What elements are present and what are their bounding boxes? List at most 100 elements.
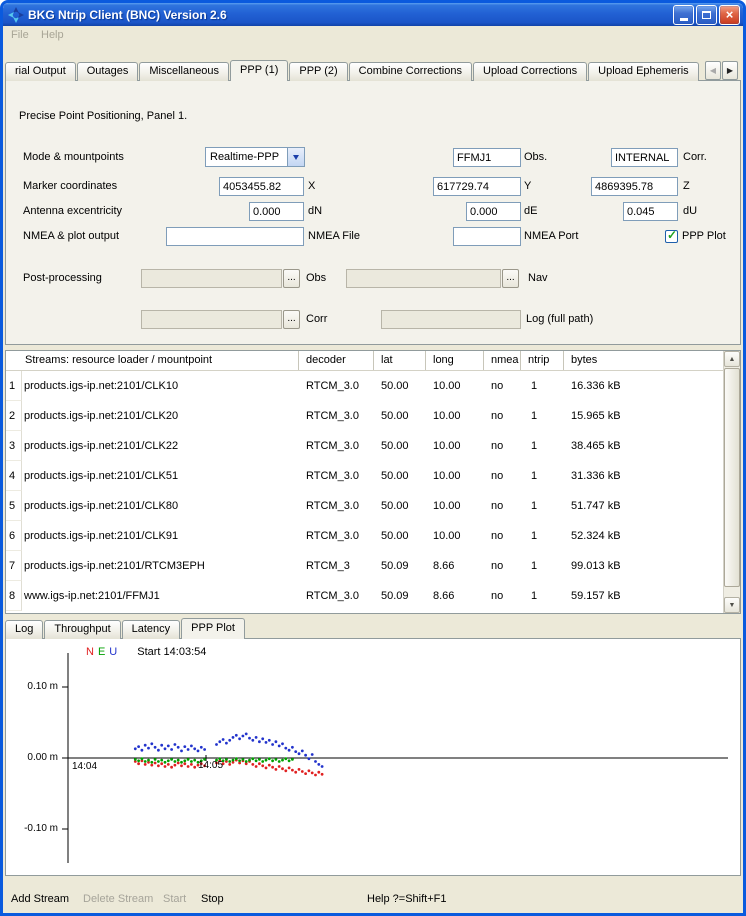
ppp-plot-checkbox[interactable]	[665, 230, 678, 243]
stream-ntrip: 1	[521, 431, 564, 461]
stream-row[interactable]: 6 products.igs-ip.net:2101/CLK91 RTCM_3.…	[6, 521, 740, 551]
tab-throughput[interactable]: Throughput	[44, 620, 120, 639]
stream-source: products.igs-ip.net:2101/CLK91	[22, 521, 299, 551]
tab-scroll-right-button[interactable]: ▶	[722, 61, 738, 80]
marker-coordinates-label: Marker coordinates	[23, 177, 117, 196]
marker-x-input[interactable]	[219, 177, 304, 196]
header-streams: Streams: resource loader / mountpoint	[6, 351, 299, 370]
add-stream-button[interactable]: Add Stream	[11, 893, 69, 905]
row-number: 3	[6, 431, 22, 461]
row-number: 2	[6, 401, 22, 431]
tab-outages[interactable]: Outages	[77, 62, 139, 81]
stream-decoder: RTCM_3.0	[299, 491, 374, 521]
tab-miscellaneous[interactable]: Miscellaneous	[139, 62, 229, 81]
tab-combine-corrections[interactable]: Combine Corrections	[349, 62, 472, 81]
tab-log[interactable]: Log	[5, 620, 43, 639]
scrollbar-thumb[interactable]	[724, 368, 740, 587]
stream-row[interactable]: 7 products.igs-ip.net:2101/RTCM3EPH RTCM…	[6, 551, 740, 581]
marker-z-input[interactable]	[591, 177, 678, 196]
stream-ntrip: 1	[521, 551, 564, 581]
tab-scroll-left-button[interactable]: ◀	[705, 61, 721, 80]
menu-file[interactable]: File	[7, 29, 33, 41]
post-nav-browse-button[interactable]: ...	[502, 269, 519, 288]
combo-dropdown-button[interactable]	[287, 148, 304, 166]
mode-mountpoints-label: Mode & mountpoints	[23, 148, 124, 167]
header-decoder: decoder	[299, 351, 374, 370]
maximize-button[interactable]	[696, 5, 717, 25]
stream-source: products.igs-ip.net:2101/CLK80	[22, 491, 299, 521]
stream-source: www.igs-ip.net:2101/FFMJ1	[22, 581, 299, 611]
antenna-dn-input[interactable]	[249, 202, 304, 221]
stream-ntrip: 1	[521, 581, 564, 611]
tab-upload-ephemeris[interactable]: Upload Ephemeris	[588, 62, 699, 81]
tab-serial-output[interactable]: rial Output	[5, 62, 76, 81]
stream-decoder: RTCM_3.0	[299, 461, 374, 491]
stream-nmea: no	[484, 551, 521, 581]
stream-source: products.igs-ip.net:2101/RTCM3EPH	[22, 551, 299, 581]
post-log-label: Log (full path)	[526, 310, 593, 329]
start-button[interactable]: Start	[163, 893, 186, 905]
nmea-file-input[interactable]	[166, 227, 304, 246]
tab-ppp-1[interactable]: PPP (1)	[230, 60, 288, 81]
scroll-down-button[interactable]: ▼	[724, 597, 740, 613]
stream-bytes: 51.747 kB	[564, 491, 740, 521]
stream-row[interactable]: 1 products.igs-ip.net:2101/CLK10 RTCM_3.…	[6, 371, 740, 401]
nmea-plot-output-label: NMEA & plot output	[23, 227, 119, 246]
stream-long: 10.00	[426, 491, 484, 521]
antenna-de-input[interactable]	[466, 202, 521, 221]
ppp-plot-canvas	[6, 639, 740, 875]
stream-ntrip: 1	[521, 491, 564, 521]
post-obs-browse-button[interactable]: ...	[283, 269, 300, 288]
post-corr-input[interactable]	[141, 310, 282, 329]
stream-row[interactable]: 5 products.igs-ip.net:2101/CLK80 RTCM_3.…	[6, 491, 740, 521]
delete-stream-button[interactable]: Delete Stream	[83, 893, 153, 905]
menu-help[interactable]: Help	[37, 29, 68, 41]
table-scrollbar[interactable]: ▲ ▼	[723, 351, 740, 613]
plot-legend: N E U Start 14:03:54	[86, 646, 206, 658]
obs-mountpoint-input[interactable]	[453, 148, 521, 167]
antenna-du-input[interactable]	[623, 202, 678, 221]
stream-source: products.igs-ip.net:2101/CLK51	[22, 461, 299, 491]
stream-lat: 50.00	[374, 461, 426, 491]
post-log-input[interactable]	[381, 310, 521, 329]
title-bar[interactable]: BKG Ntrip Client (BNC) Version 2.6 ×	[3, 3, 743, 26]
tab-ppp-plot[interactable]: PPP Plot	[181, 618, 245, 639]
tab-ppp-2[interactable]: PPP (2)	[289, 62, 347, 81]
corr-mountpoint-input[interactable]	[611, 148, 678, 167]
stream-decoder: RTCM_3.0	[299, 431, 374, 461]
tab-upload-corrections[interactable]: Upload Corrections	[473, 62, 587, 81]
header-ntrip: ntrip	[521, 351, 564, 370]
post-nav-input[interactable]	[346, 269, 501, 288]
nmea-file-label: NMEA File	[308, 227, 360, 246]
stream-nmea: no	[484, 491, 521, 521]
stream-nmea: no	[484, 431, 521, 461]
stop-button[interactable]: Stop	[201, 893, 224, 905]
stream-nmea: no	[484, 371, 521, 401]
mode-combobox[interactable]: Realtime-PPP	[205, 147, 305, 167]
stream-row[interactable]: 8 www.igs-ip.net:2101/FFMJ1 RTCM_3.0 50.…	[6, 581, 740, 611]
stream-bytes: 16.336 kB	[564, 371, 740, 401]
arrow-left-icon: ◀	[710, 66, 716, 75]
row-number: 7	[6, 551, 22, 581]
post-obs-input[interactable]	[141, 269, 282, 288]
row-number: 4	[6, 461, 22, 491]
y-tick-000: 0.00 m	[8, 752, 58, 763]
row-number: 8	[6, 581, 22, 611]
post-corr-browse-button[interactable]: ...	[283, 310, 300, 329]
close-button[interactable]: ×	[719, 5, 740, 25]
stream-lat: 50.00	[374, 401, 426, 431]
stream-long: 10.00	[426, 461, 484, 491]
scroll-up-button[interactable]: ▲	[724, 351, 740, 367]
stream-row[interactable]: 3 products.igs-ip.net:2101/CLK22 RTCM_3.…	[6, 431, 740, 461]
stream-row[interactable]: 2 products.igs-ip.net:2101/CLK20 RTCM_3.…	[6, 401, 740, 431]
header-lat: lat	[374, 351, 426, 370]
minimize-button[interactable]	[673, 5, 694, 25]
ppp1-panel: Precise Point Positioning, Panel 1. Mode…	[5, 80, 741, 345]
nmea-port-input[interactable]	[453, 227, 521, 246]
stream-source: products.igs-ip.net:2101/CLK22	[22, 431, 299, 461]
marker-y-input[interactable]	[433, 177, 521, 196]
stream-lat: 50.00	[374, 491, 426, 521]
tab-latency[interactable]: Latency	[122, 620, 181, 639]
stream-ntrip: 1	[521, 371, 564, 401]
stream-row[interactable]: 4 products.igs-ip.net:2101/CLK51 RTCM_3.…	[6, 461, 740, 491]
